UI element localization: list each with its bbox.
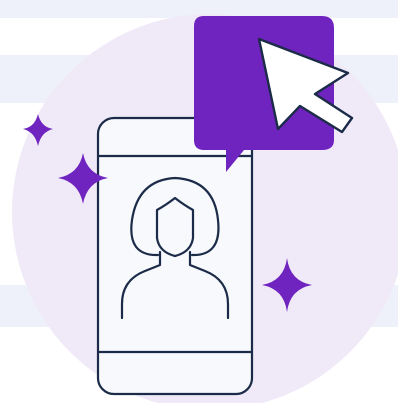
illustration-canvas — [0, 0, 398, 403]
phone-avatar-illustration — [0, 0, 398, 403]
